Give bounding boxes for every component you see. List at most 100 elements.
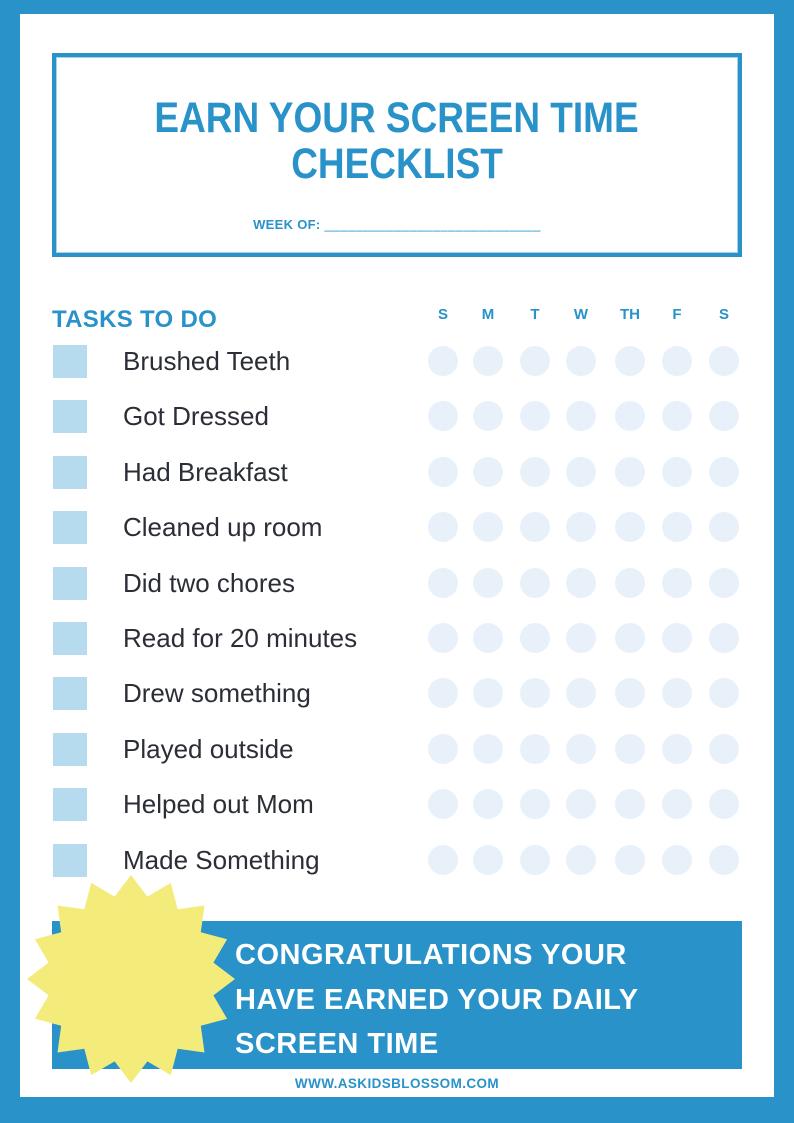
- day-check-circle[interactable]: [428, 678, 458, 709]
- week-of-label: WEEK OF:: [253, 217, 321, 232]
- day-check-circle[interactable]: [709, 512, 739, 543]
- day-check-circle[interactable]: [566, 623, 596, 653]
- task-label: Read for 20 minutes: [123, 623, 358, 653]
- day-check-circle[interactable]: [662, 623, 692, 653]
- day-check-circle[interactable]: [566, 346, 596, 376]
- day-check-circle[interactable]: [662, 456, 692, 487]
- day-check-circle[interactable]: [709, 623, 739, 653]
- title-line-1: EARN YOUR SCREEN TIME: [154, 94, 640, 142]
- day-check-circle[interactable]: [520, 567, 550, 598]
- task-row: Cleaned up room: [20, 511, 774, 551]
- day-check-circle[interactable]: [566, 456, 596, 487]
- day-check-circle[interactable]: [566, 567, 596, 598]
- task-checkbox[interactable]: [53, 788, 87, 822]
- task-label: Made Something: [123, 844, 320, 875]
- day-check-circle[interactable]: [662, 733, 692, 764]
- day-check-circle[interactable]: [473, 844, 503, 875]
- task-label: Drew something: [123, 678, 311, 709]
- day-check-circle[interactable]: [520, 623, 550, 653]
- day-check-circle[interactable]: [428, 512, 458, 543]
- day-check-circle[interactable]: [520, 346, 550, 376]
- day-check-circle[interactable]: [520, 401, 550, 432]
- day-check-circle[interactable]: [615, 401, 645, 432]
- day-check-circle[interactable]: [615, 567, 645, 598]
- day-check-circle[interactable]: [709, 567, 739, 598]
- day-check-circle[interactable]: [662, 678, 692, 709]
- day-check-circle[interactable]: [662, 401, 692, 432]
- day-check-circle[interactable]: [709, 456, 739, 487]
- week-of-field[interactable]: WEEK OF: ____________________________: [56, 217, 738, 232]
- day-check-circle[interactable]: [473, 789, 503, 820]
- page-title: EARN YOUR SCREEN TIME CHECKLIST: [56, 95, 738, 187]
- day-check-circle[interactable]: [473, 567, 503, 598]
- day-check-circle[interactable]: [473, 401, 503, 432]
- day-check-circle[interactable]: [428, 456, 458, 487]
- task-checkbox[interactable]: [53, 732, 87, 766]
- task-row: Got Dressed: [20, 400, 774, 440]
- day-check-circle[interactable]: [520, 456, 550, 487]
- task-row: Played outside: [20, 732, 774, 773]
- day-check-circle[interactable]: [566, 789, 596, 820]
- task-checkbox[interactable]: [53, 400, 87, 434]
- day-check-circle[interactable]: [473, 733, 503, 764]
- day-check-circle[interactable]: [615, 733, 645, 764]
- day-check-circle[interactable]: [428, 844, 458, 875]
- day-check-circle[interactable]: [428, 401, 458, 432]
- day-check-circle[interactable]: [566, 844, 596, 875]
- day-check-circle[interactable]: [615, 346, 645, 376]
- day-check-circle[interactable]: [709, 789, 739, 820]
- day-check-circle[interactable]: [709, 678, 739, 709]
- day-check-circle[interactable]: [709, 844, 739, 875]
- task-label: Got Dressed: [123, 401, 269, 432]
- task-checkbox[interactable]: [53, 677, 87, 711]
- day-check-circle[interactable]: [566, 512, 596, 543]
- day-header: M: [481, 306, 495, 323]
- website-link[interactable]: WWW.ASKIDSBLOSSOM.COM: [20, 1076, 774, 1091]
- day-check-circle[interactable]: [428, 623, 458, 653]
- day-check-circle[interactable]: [520, 733, 550, 764]
- day-check-circle[interactable]: [566, 678, 596, 709]
- day-check-circle[interactable]: [662, 346, 692, 376]
- day-check-circle[interactable]: [615, 623, 645, 653]
- task-checkbox[interactable]: [53, 511, 87, 545]
- task-row: Drew something: [20, 677, 774, 717]
- day-check-circle[interactable]: [615, 789, 645, 820]
- day-check-circle[interactable]: [473, 456, 503, 487]
- day-check-circle[interactable]: [520, 844, 550, 875]
- day-check-circle[interactable]: [520, 678, 550, 709]
- day-check-circle[interactable]: [709, 346, 739, 376]
- day-check-circle[interactable]: [520, 512, 550, 543]
- day-check-circle[interactable]: [428, 733, 458, 764]
- task-checkbox[interactable]: [53, 843, 87, 877]
- day-check-circle[interactable]: [662, 512, 692, 543]
- day-check-circle[interactable]: [473, 512, 503, 543]
- day-check-circle[interactable]: [662, 844, 692, 875]
- task-label: Helped out Mom: [123, 789, 314, 820]
- day-check-circle[interactable]: [428, 567, 458, 598]
- day-check-circle[interactable]: [662, 789, 692, 820]
- day-check-circle[interactable]: [428, 789, 458, 820]
- task-checkbox[interactable]: [53, 566, 87, 600]
- day-check-circle[interactable]: [566, 733, 596, 764]
- day-check-circle[interactable]: [709, 401, 739, 432]
- day-check-circle[interactable]: [473, 623, 503, 653]
- week-of-blank[interactable]: ____________________________: [324, 217, 540, 232]
- task-checkbox[interactable]: [53, 455, 87, 489]
- task-label: Played outside: [123, 733, 294, 764]
- day-check-circle[interactable]: [615, 456, 645, 487]
- task-checkbox[interactable]: [53, 345, 87, 378]
- day-header: F: [672, 306, 682, 323]
- task-row: Helped out Mom: [20, 788, 774, 828]
- task-checkbox[interactable]: [53, 622, 87, 655]
- day-check-circle[interactable]: [473, 678, 503, 709]
- day-check-circle[interactable]: [566, 401, 596, 432]
- day-check-circle[interactable]: [520, 789, 550, 820]
- day-check-circle[interactable]: [662, 567, 692, 598]
- day-check-circle[interactable]: [473, 346, 503, 376]
- day-check-circle[interactable]: [615, 512, 645, 543]
- day-check-circle[interactable]: [428, 346, 458, 376]
- task-row: Brushed Teeth: [20, 345, 774, 385]
- day-check-circle[interactable]: [615, 844, 645, 875]
- day-check-circle[interactable]: [709, 733, 739, 764]
- day-check-circle[interactable]: [615, 678, 645, 709]
